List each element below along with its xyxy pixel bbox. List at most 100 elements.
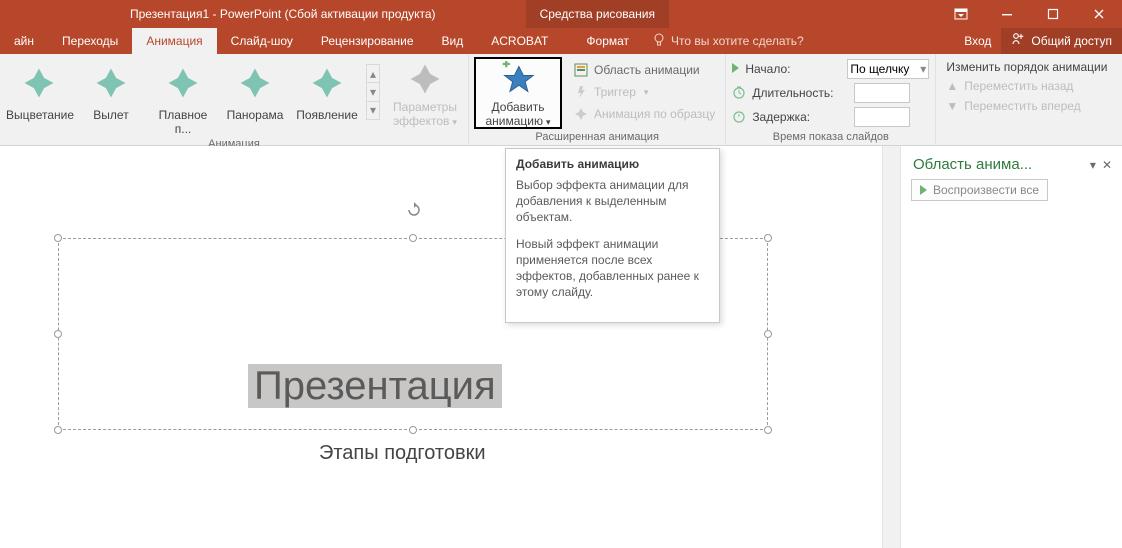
title-bar: Презентация1 - PowerPoint (Сбой активаци… — [0, 0, 1122, 28]
slide-title-text[interactable]: Презентация — [248, 364, 502, 408]
effect-options-icon — [388, 58, 462, 100]
vertical-scrollbar[interactable] — [882, 146, 900, 548]
resize-handle[interactable] — [764, 426, 772, 434]
gallery-item-wipe[interactable]: Появление — [294, 58, 360, 136]
trigger-label: Триггер — [594, 85, 636, 99]
resize-handle[interactable] — [409, 426, 417, 434]
play-all-label: Воспроизвести все — [933, 183, 1039, 197]
animation-pane-button[interactable]: Область анимации — [569, 60, 719, 80]
minimize-button[interactable] — [984, 0, 1030, 28]
rotate-handle-icon[interactable] — [406, 202, 422, 218]
slide-canvas[interactable]: Презентация Этапы подготовки Добавить ан… — [0, 146, 882, 548]
group-advanced-animation: Добавить анимацию Область анимации Тригг… — [469, 54, 726, 146]
animation-painter-button: Анимация по образцу — [569, 104, 719, 124]
group-label-timing: Время показа слайдов — [732, 129, 929, 146]
close-button[interactable] — [1076, 0, 1122, 28]
account-area: Вход Общий доступ — [954, 28, 1122, 54]
resize-handle[interactable] — [54, 426, 62, 434]
gallery-item-fade[interactable]: Выцветание — [6, 58, 72, 136]
sign-in-link[interactable]: Вход — [954, 28, 1001, 54]
window-title: Презентация1 - PowerPoint (Сбой активаци… — [0, 7, 436, 21]
duration-input[interactable] — [854, 83, 910, 103]
gallery-item-split[interactable]: Панорама — [222, 58, 288, 136]
start-icon — [732, 62, 739, 76]
screentip-title: Добавить анимацию — [516, 157, 709, 171]
screentip: Добавить анимацию Выбор эффекта анимации… — [505, 148, 720, 323]
gallery-item-label: Выцветание — [6, 108, 72, 122]
group-label-advanced: Расширенная анимация — [475, 129, 719, 146]
slide-subtitle-text[interactable]: Этапы подготовки — [319, 442, 486, 465]
share-label: Общий доступ — [1031, 28, 1112, 54]
resize-handle[interactable] — [409, 234, 417, 242]
reorder-header: Изменить порядок анимации — [942, 58, 1111, 76]
share-button[interactable]: Общий доступ — [1001, 28, 1122, 54]
tab-animations[interactable]: Анимация — [132, 28, 216, 54]
start-row: Начало: По щелчку▾ — [732, 58, 929, 80]
duration-row: Длительность: — [732, 82, 910, 104]
tab-review[interactable]: Рецензирование — [307, 28, 428, 54]
screentip-body-2: Новый эффект анимации применяется после … — [516, 236, 709, 301]
delay-icon — [732, 109, 746, 126]
trigger-icon — [573, 84, 589, 100]
tab-slideshow[interactable]: Слайд-шоу — [217, 28, 307, 54]
gallery-item-label: Появление — [294, 108, 360, 122]
resize-handle[interactable] — [764, 330, 772, 338]
group-timing: Начало: По щелчку▾ Длительность: Задержк… — [726, 54, 936, 146]
animation-pane-label: Область анимации — [594, 63, 700, 77]
move-later-icon: ▼ — [946, 99, 958, 113]
gallery-item-label: Плавное п... — [150, 108, 216, 136]
ribbon-tabs: айн Переходы Анимация Слайд-шоу Рецензир… — [0, 28, 1122, 54]
gallery-more-button[interactable]: ▴ ▾ ▾ — [366, 64, 380, 120]
gallery-item-label: Панорама — [222, 108, 288, 122]
pane-close-button[interactable]: ✕ — [1102, 158, 1112, 172]
move-later-button: ▼Переместить вперед — [942, 96, 1084, 116]
tab-format[interactable]: Формат — [572, 28, 643, 54]
add-animation-label: Добавить анимацию — [475, 100, 561, 128]
resize-handle[interactable] — [54, 330, 62, 338]
resize-handle[interactable] — [764, 234, 772, 242]
group-label-reorder — [942, 129, 1111, 146]
delay-input[interactable] — [854, 107, 910, 127]
play-icon — [920, 185, 927, 195]
tab-transitions[interactable]: Переходы — [48, 28, 132, 54]
tell-me-search[interactable]: Что вы хотите сделать? — [643, 28, 814, 54]
move-earlier-button: ▲Переместить назад — [942, 76, 1077, 96]
group-animation: Выцветание Вылет Плавное п... Панорама П… — [0, 54, 469, 146]
tab-acrobat[interactable]: ACROBAT — [477, 28, 562, 54]
add-animation-icon — [475, 58, 561, 100]
advanced-animation-stack: Область анимации Триггер Анимация по обр… — [569, 58, 719, 124]
animation-painter-label: Анимация по образцу — [594, 107, 715, 121]
tab-view[interactable]: Вид — [428, 28, 478, 54]
delay-row: Задержка: — [732, 106, 910, 128]
group-reorder: Изменить порядок анимации ▲Переместить н… — [936, 54, 1117, 146]
add-animation-button[interactable]: Добавить анимацию — [475, 58, 561, 128]
start-label: Начало: — [745, 62, 841, 76]
duration-label: Длительность: — [752, 86, 848, 100]
screentip-body-1: Выбор эффекта анимации для добавления к … — [516, 177, 709, 226]
animation-painter-icon — [573, 106, 589, 122]
animation-task-pane: Область анима... ▾ ✕ Воспроизвести все — [900, 146, 1122, 548]
maximize-button[interactable] — [1030, 0, 1076, 28]
trigger-button: Триггер — [569, 82, 719, 102]
resize-handle[interactable] — [54, 234, 62, 242]
gallery-item-floatin[interactable]: Плавное п... — [150, 58, 216, 136]
start-dropdown[interactable]: По щелчку▾ — [847, 59, 929, 79]
effect-options-button: Параметры эффектов — [388, 58, 462, 128]
workspace: Презентация Этапы подготовки Добавить ан… — [0, 146, 1122, 548]
tell-me-placeholder: Что вы хотите сделать? — [671, 34, 804, 48]
ribbon: Выцветание Вылет Плавное п... Панорама П… — [0, 54, 1122, 146]
share-icon — [1011, 28, 1025, 54]
move-earlier-icon: ▲ — [946, 79, 958, 93]
pane-menu-chevron-icon[interactable]: ▾ — [1090, 158, 1096, 172]
pane-title: Область анима... — [913, 156, 1032, 173]
animation-gallery[interactable]: Выцветание Вылет Плавное п... Панорама П… — [6, 58, 380, 136]
animation-pane-icon — [573, 62, 589, 78]
play-all-button[interactable]: Воспроизвести все — [911, 179, 1048, 201]
gallery-item-flyin[interactable]: Вылет — [78, 58, 144, 136]
lightbulb-icon — [653, 33, 665, 50]
window-controls — [938, 0, 1122, 28]
effect-options-label: Параметры эффектов — [388, 100, 462, 128]
tab-design-partial[interactable]: айн — [0, 28, 48, 54]
ribbon-display-options-button[interactable] — [938, 0, 984, 28]
start-value: По щелчку — [850, 62, 909, 76]
